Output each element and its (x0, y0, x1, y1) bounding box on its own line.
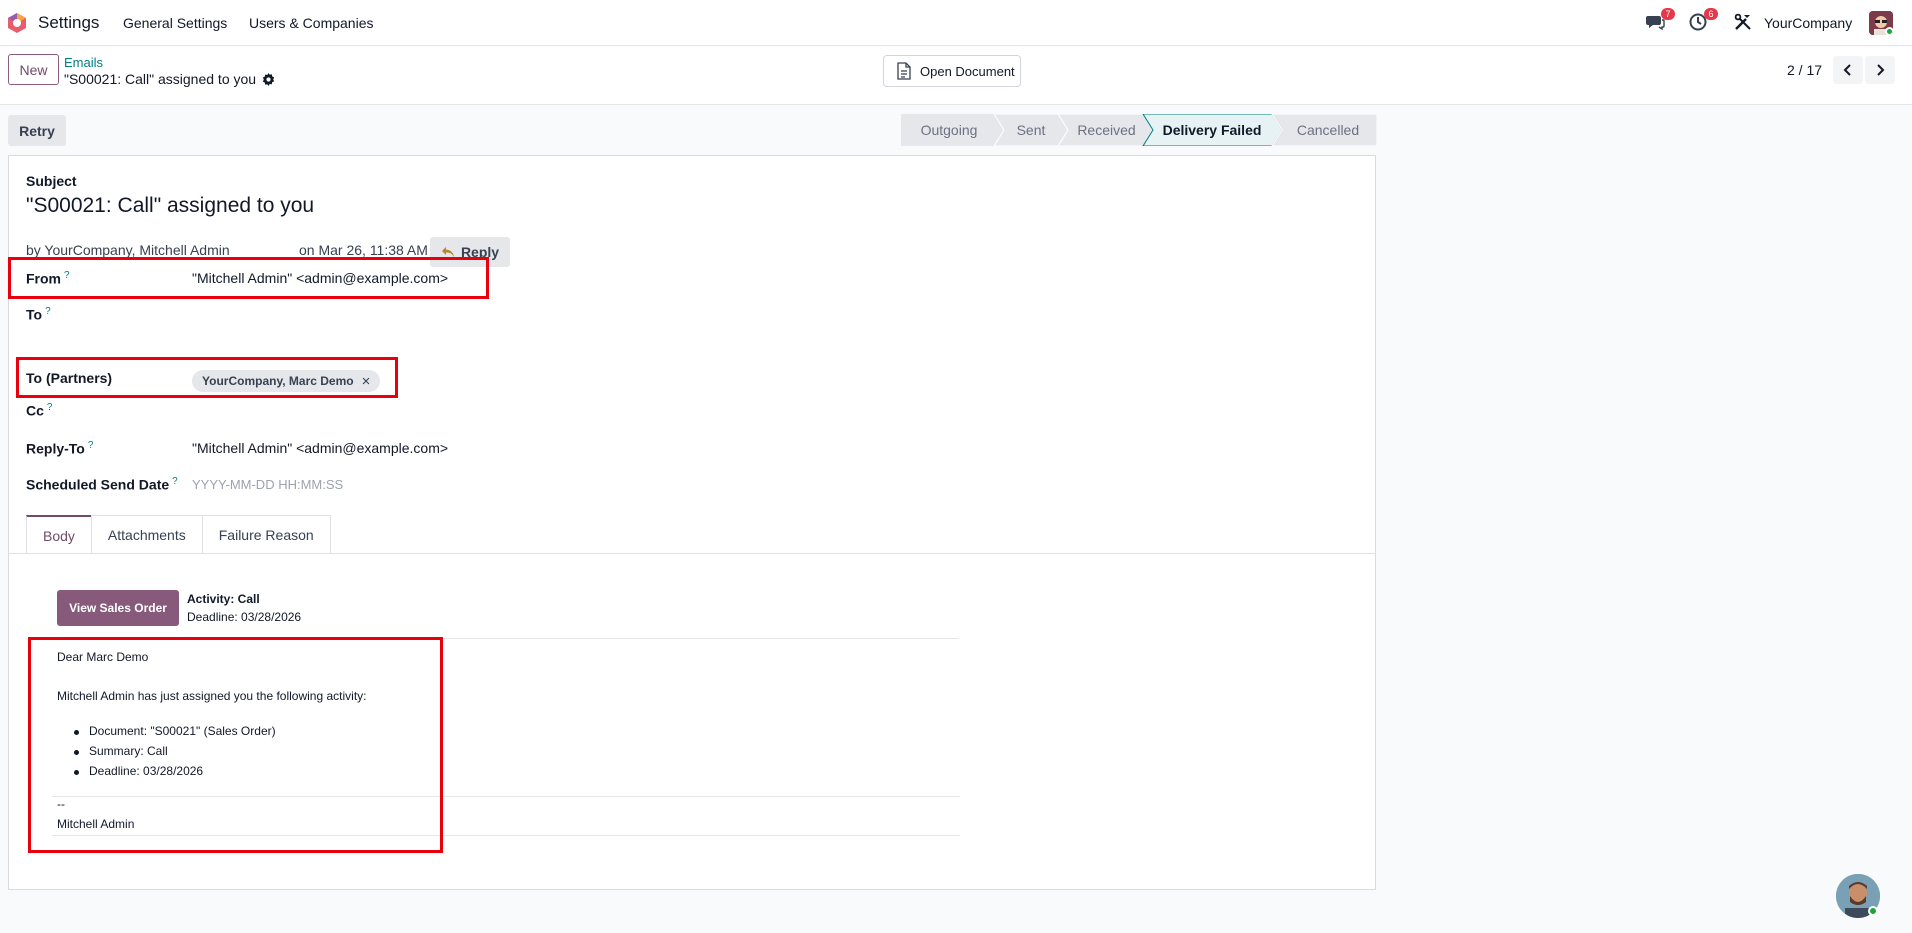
help-icon[interactable]: ? (88, 440, 94, 451)
stage-outgoing[interactable]: Outgoing (901, 114, 997, 146)
scheduled-date-input[interactable]: YYYY-MM-DD HH:MM:SS (192, 477, 343, 492)
tab-body[interactable]: Body (26, 515, 92, 554)
stage-sent[interactable]: Sent (1001, 114, 1061, 146)
pager-next-button[interactable] (1865, 56, 1895, 84)
author-line: by YourCompany, Mitchell Admin (26, 242, 230, 258)
menu-users-companies[interactable]: Users & Companies (249, 15, 374, 31)
top-navbar: Settings General Settings Users & Compan… (0, 0, 1912, 46)
control-panel: New Emails "S00021: Call" assigned to yo… (0, 47, 1912, 105)
breadcrumb-current-label: "S00021: Call" assigned to you (64, 71, 257, 87)
stage-cancelled[interactable]: Cancelled (1279, 114, 1377, 146)
document-icon (897, 62, 911, 80)
wrench-screwdriver-icon (1734, 13, 1751, 30)
messages-badge: 7 (1661, 8, 1675, 20)
tab-failure-reason[interactable]: Failure Reason (201, 515, 331, 554)
help-icon[interactable]: ? (45, 306, 51, 317)
view-sales-order-button[interactable]: View Sales Order (57, 590, 179, 626)
activities-button[interactable]: 6 (1688, 8, 1718, 35)
to-label: To? (26, 306, 51, 323)
user-avatar[interactable] (1869, 11, 1893, 35)
pager-previous-button[interactable] (1833, 56, 1863, 84)
activity-title: Activity: Call (187, 592, 260, 606)
breadcrumb-current: "S00021: Call" assigned to you (64, 71, 275, 87)
app-logo-icon[interactable] (6, 12, 28, 34)
activities-badge: 6 (1704, 8, 1718, 20)
chat-online-dot (1868, 906, 1878, 916)
to-field[interactable] (192, 306, 592, 324)
breadcrumb-emails[interactable]: Emails (64, 55, 103, 70)
open-document-label: Open Document (920, 63, 1015, 79)
activity-deadline: Deadline: 03/28/2026 (187, 610, 302, 624)
open-document-button[interactable]: Open Document (883, 55, 1021, 87)
highlight-email-body (28, 637, 443, 853)
notebook-tabs: Body Attachments Failure Reason (26, 515, 331, 554)
reply-to-label: Reply-To? (26, 440, 94, 457)
stage-received[interactable]: Received (1065, 114, 1148, 146)
app-title[interactable]: Settings (38, 13, 99, 33)
messages-button[interactable]: 7 (1645, 8, 1675, 35)
menu-general-settings[interactable]: General Settings (123, 15, 227, 31)
cc-label: Cc? (26, 402, 53, 419)
retry-button[interactable]: Retry (8, 115, 66, 146)
company-switcher[interactable]: YourCompany (1764, 15, 1852, 31)
reply-to-field[interactable]: "Mitchell Admin" <admin@example.com> (192, 440, 448, 456)
highlight-to-partners (16, 357, 398, 398)
cc-field[interactable] (192, 402, 592, 420)
scheduled-date-label: Scheduled Send Date? (26, 476, 178, 493)
help-icon[interactable]: ? (47, 402, 53, 413)
tab-divider (9, 553, 1375, 554)
tab-attachments[interactable]: Attachments (90, 515, 203, 554)
new-button[interactable]: New (8, 54, 59, 85)
subject-value: "S00021: Call" assigned to you (26, 194, 315, 217)
stage-delivery-failed[interactable]: Delivery Failed (1151, 114, 1273, 146)
pager-value[interactable]: 2 / 17 (1787, 62, 1822, 78)
chevron-right-icon (1877, 64, 1885, 76)
date-line: on Mar 26, 11:38 AM (299, 242, 428, 258)
online-status-dot (1885, 27, 1893, 35)
gear-icon[interactable] (262, 72, 275, 86)
chevron-left-icon (1843, 64, 1851, 76)
subject-label: Subject (26, 173, 77, 189)
help-icon[interactable]: ? (172, 476, 178, 487)
highlight-from (8, 257, 489, 299)
debug-tools-button[interactable] (1733, 12, 1753, 35)
